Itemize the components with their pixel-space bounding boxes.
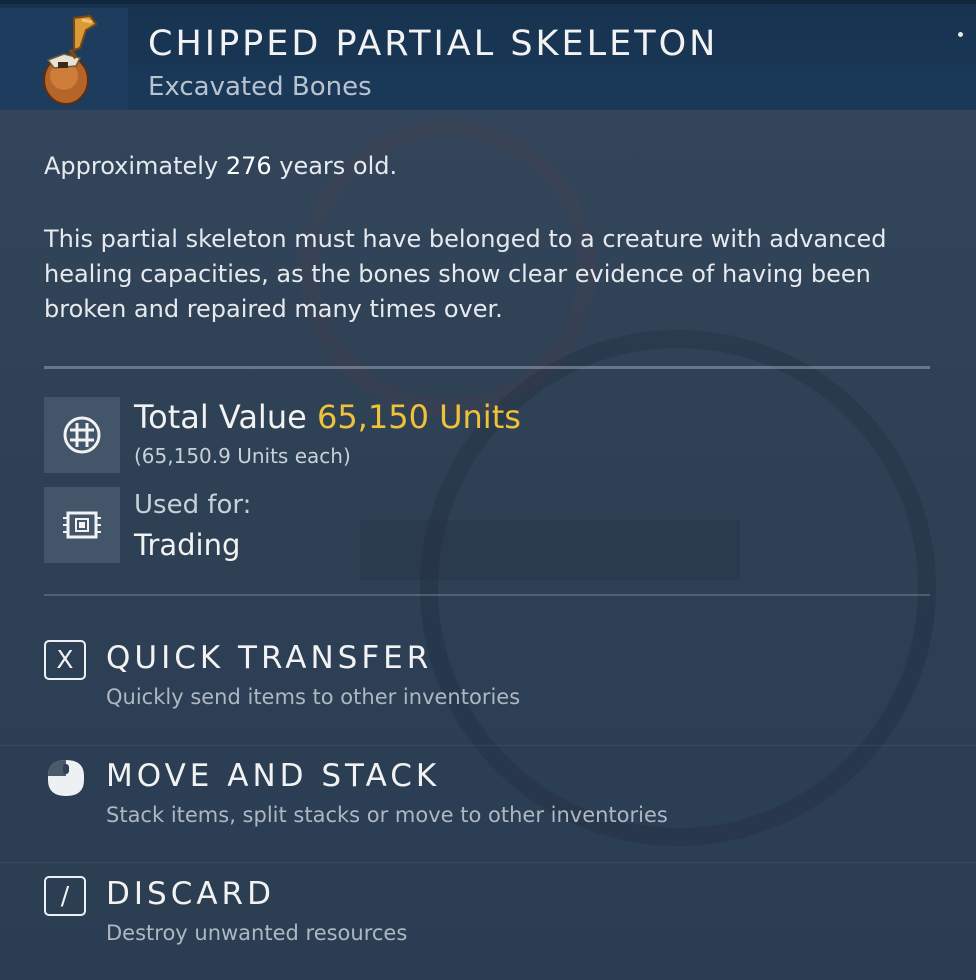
total-value: Total Value 65,150 Units — [134, 398, 521, 436]
usage-label: Used for: — [134, 490, 252, 520]
key-x-prompt: X — [44, 640, 86, 680]
total-value-label: Total Value — [134, 398, 317, 436]
item-age: Approximately 276 years old. — [44, 152, 397, 180]
item-title: CHIPPED PARTIAL SKELETON — [148, 24, 719, 64]
action-title: MOVE AND STACK — [106, 758, 441, 794]
age-prefix: Approximately — [44, 152, 226, 180]
quick-transfer-action[interactable]: X QUICK TRANSFER Quickly send items to o… — [44, 640, 944, 740]
units-icon-box — [44, 397, 120, 473]
header-indicator-dot — [958, 32, 963, 37]
age-suffix: years old. — [271, 152, 398, 180]
chip-icon — [63, 511, 101, 539]
bone-fragment-icon — [43, 14, 98, 105]
action-description: Stack items, split stacks or move to oth… — [106, 803, 668, 827]
item-description: This partial skeleton must have belonged… — [44, 225, 887, 323]
section-divider — [44, 366, 930, 369]
item-category: Excavated Bones — [148, 72, 372, 102]
units-currency-icon — [63, 416, 101, 454]
move-and-stack-action[interactable]: MOVE AND STACK Stack items, split stacks… — [44, 758, 944, 858]
age-value: 276 — [225, 152, 272, 180]
total-value-amount: 65,150 Units — [316, 398, 521, 436]
key-slash-prompt: / — [44, 876, 86, 916]
action-separator — [0, 862, 976, 863]
action-description: Destroy unwanted resources — [106, 921, 408, 945]
action-separator — [0, 745, 976, 746]
background-shape-decoration — [360, 520, 740, 580]
item-header: CHIPPED PARTIAL SKELETON Excavated Bones — [0, 0, 976, 110]
mouse-left-click-icon — [48, 760, 84, 796]
action-title: DISCARD — [106, 876, 275, 912]
usage-value: Trading — [134, 528, 241, 562]
usage-icon-box — [44, 487, 120, 563]
unit-value-each: (65,150.9 Units each) — [134, 444, 351, 468]
section-divider — [44, 594, 930, 596]
item-tooltip-panel: CHIPPED PARTIAL SKELETON Excavated Bones… — [0, 0, 976, 980]
discard-action[interactable]: / DISCARD Destroy unwanted resources — [44, 876, 944, 976]
action-description: Quickly send items to other inventories — [106, 685, 521, 709]
action-title: QUICK TRANSFER — [106, 640, 433, 676]
